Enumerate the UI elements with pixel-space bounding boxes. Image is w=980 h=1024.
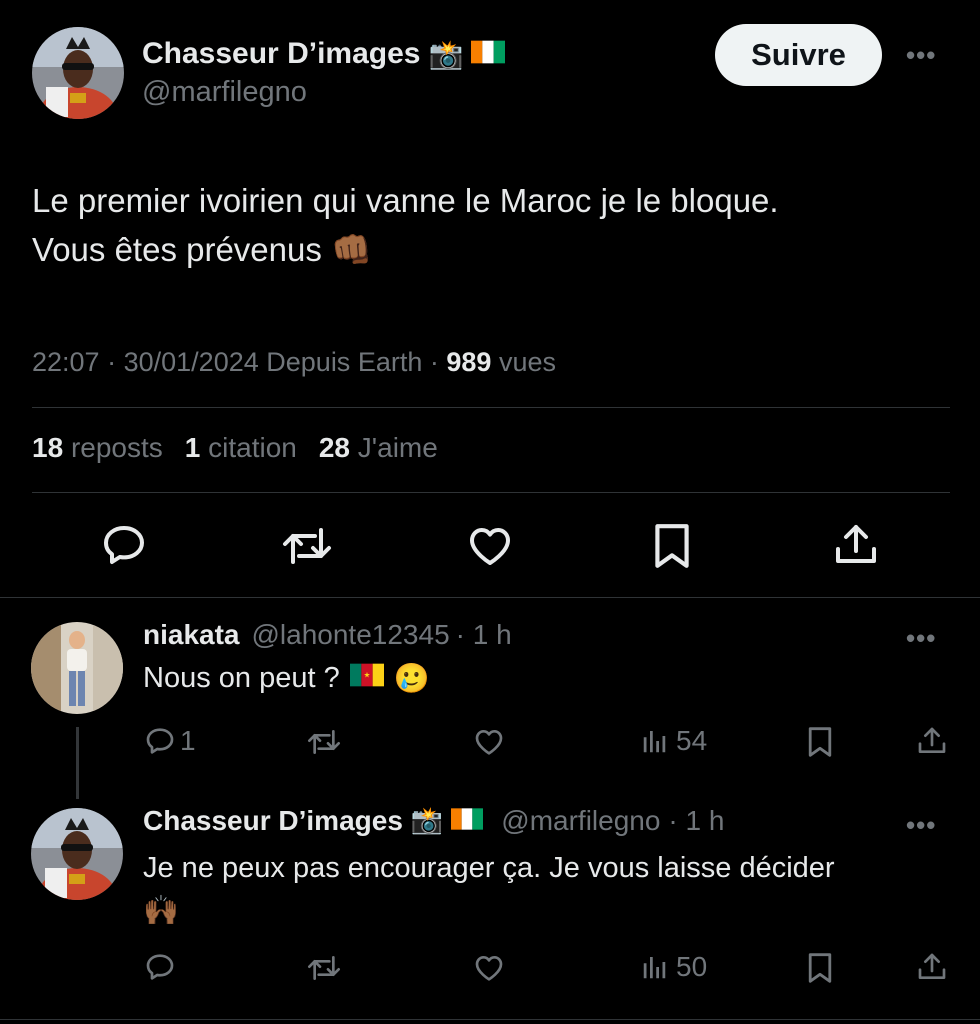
reply-icon[interactable] [144,951,176,983]
divider [0,1019,980,1020]
engagement-stats: 18 reposts 1 citation 28 J'aime [32,432,438,464]
quotes-count: 1 [184,432,201,463]
reposts-count: 18 [32,432,64,463]
like-icon[interactable] [473,726,505,758]
analytics-icon [640,951,670,983]
ivory-coast-flag-icon [451,805,484,837]
author-handle[interactable]: @marfilegno [142,76,307,109]
likes-stat[interactable]: 28 J'aime [319,432,438,464]
reposts-label: reposts [70,432,163,463]
like-icon[interactable] [465,522,515,570]
divider [32,492,950,493]
views-button[interactable]: 54 [640,725,707,757]
likes-label: J'aime [357,432,438,463]
analytics-icon [640,725,670,757]
share-icon[interactable] [916,951,948,983]
thread-connector [76,727,79,799]
tweet-source: Depuis Earth [266,347,423,377]
views-count: 54 [676,725,708,756]
more-options-icon[interactable]: ••• [906,40,936,71]
reply-avatar[interactable] [31,808,123,900]
repost-icon[interactable] [305,952,343,984]
tweet-text-line-2: Vous êtes prévenus 👊🏾 [32,225,952,274]
reply-count: 1 [180,725,196,756]
quotes-stat[interactable]: 1 citation [185,432,297,464]
smiling-tear-emoji: 🥲 [393,661,430,695]
repost-icon[interactable] [305,726,343,758]
author-name[interactable]: Chasseur D’images [142,37,420,71]
bookmark-icon[interactable] [806,951,834,985]
more-options-icon[interactable]: ••• [906,810,936,841]
author-avatar[interactable] [32,27,124,119]
separator: · [429,347,439,377]
reply-time[interactable]: · 1 h [456,619,512,651]
reply-author-handle[interactable]: @marfilegno [501,805,660,837]
separator: · [107,347,117,377]
tweet-meta: 22:07 · 30/01/2024 Depuis Earth · 989 vu… [32,347,556,378]
divider [32,407,950,408]
like-icon[interactable] [473,952,505,984]
divider [0,597,980,598]
share-icon[interactable] [916,725,948,757]
tweet-time[interactable]: 22:07 [32,347,100,377]
reply-icon [144,725,176,757]
camera-flash-emoji: 📸 [428,37,464,71]
views-count: 989 [446,347,492,377]
reply-icon[interactable] [99,521,149,569]
reply-author-name[interactable]: Chasseur D’images [143,805,403,837]
follow-button[interactable]: Suivre [715,24,882,86]
tweet-date[interactable]: 30/01/2024 [124,347,259,377]
reply-avatar[interactable] [31,622,123,714]
tweet-text-line-1: Le premier ivoirien qui vanne le Maroc j… [32,182,779,219]
share-icon[interactable] [832,521,880,569]
reposts-stat[interactable]: 18 reposts [32,432,163,464]
tweet-text: Le premier ivoirien qui vanne le Maroc j… [32,176,952,274]
bookmark-icon[interactable] [806,725,834,759]
likes-count: 28 [318,432,350,463]
reply-author-handle[interactable]: @lahonte12345 [252,619,450,651]
camera-flash-emoji: 📸 [410,806,444,836]
repost-icon[interactable] [279,522,335,570]
quotes-label: citation [208,432,297,463]
reply-time[interactable]: · 1 h [668,805,724,837]
views-label: vues [498,347,557,377]
views-count: 50 [676,951,708,982]
reply-text: Je ne peux pas encourager ça. Je vous la… [143,852,835,884]
reply-text: Nous on peut ? [143,662,340,694]
tweet-text-line-2-words: Vous êtes prévenus [32,231,322,268]
bookmark-icon[interactable] [650,521,694,571]
more-options-icon[interactable]: ••• [906,623,936,654]
fist-emoji: 👊🏾 [331,230,373,269]
cameroon-flag-icon [349,662,384,695]
ivory-coast-flag-icon [471,40,506,69]
reply-button[interactable]: 1 [144,725,196,757]
reply-author-name[interactable]: niakata [143,619,240,651]
views-button[interactable]: 50 [640,951,707,983]
raised-hands-emoji: 🙌🏾 [143,893,180,927]
